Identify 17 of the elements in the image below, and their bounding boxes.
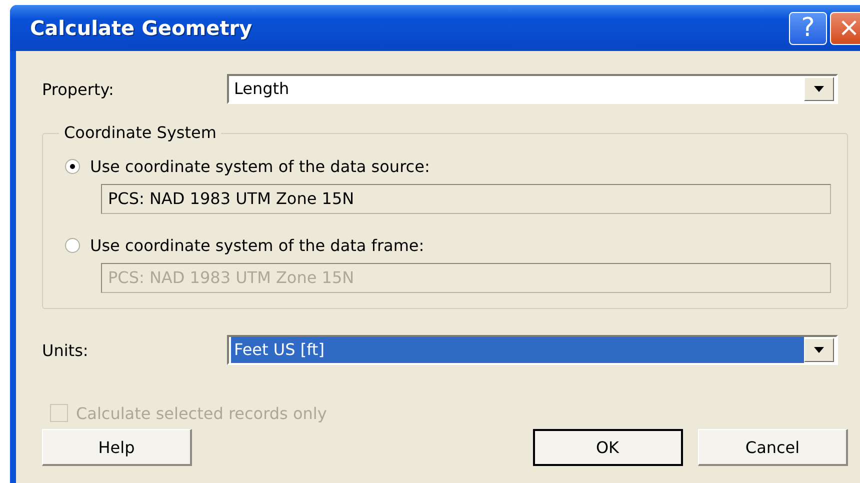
option-label[interactable]: Use coordinate system of the data source:	[90, 156, 430, 176]
radio-button[interactable]	[65, 158, 80, 174]
radio-button[interactable]	[65, 238, 80, 252]
field-label: Property:	[42, 80, 115, 98]
dialog-button[interactable]: OK	[533, 429, 683, 466]
dropdown-arrow-icon[interactable]	[814, 347, 824, 353]
dialog-button[interactable]: Help	[42, 429, 192, 466]
window-title: Calculate Geometry	[30, 16, 254, 40]
units-dropdown[interactable]: Feet US [ft]	[227, 335, 838, 365]
option-label[interactable]: Use coordinate system of the data frame:	[90, 236, 424, 254]
checkbox-label: Calculate selected records only	[76, 404, 327, 422]
property-dropdown[interactable]: Length	[227, 74, 838, 104]
group-title: Coordinate System	[59, 123, 222, 142]
dialog-button[interactable]: Cancel	[698, 429, 848, 466]
help-button[interactable]: ?	[789, 12, 827, 44]
dropdown-arrow-icon[interactable]	[814, 86, 824, 92]
field-label: Units:	[42, 340, 90, 360]
